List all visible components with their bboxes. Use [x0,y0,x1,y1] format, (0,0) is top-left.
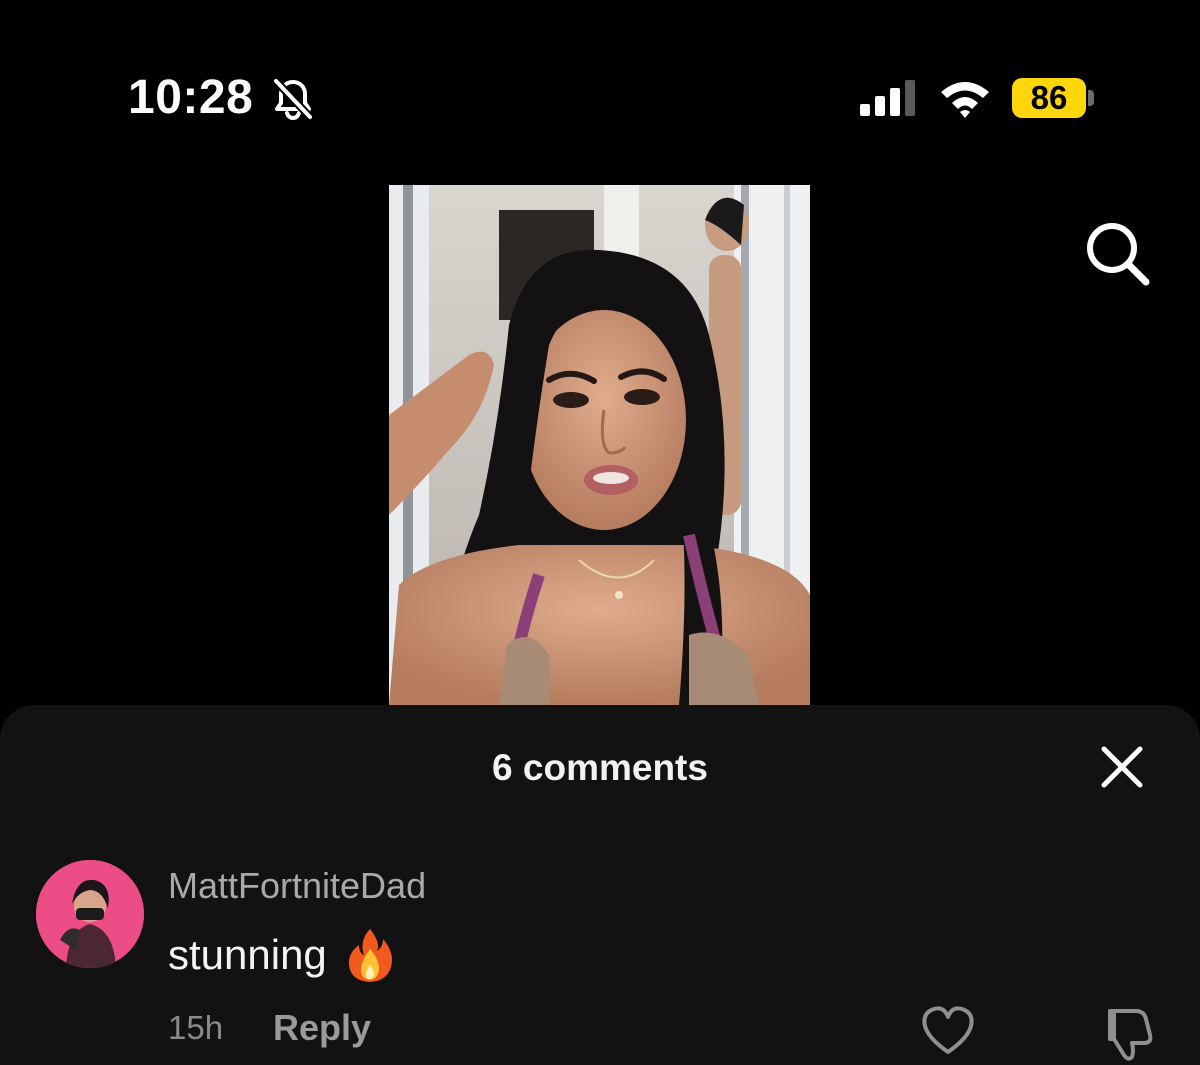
wifi-icon [941,82,989,118]
comment-body: stunning [168,927,395,983]
status-time: 10:28 [128,71,254,124]
cellular-signal-icon [860,80,915,116]
avatar[interactable] [36,860,144,968]
reply-button[interactable]: Reply [273,1007,371,1049]
comments-sheet: 6 comments MattFortniteDad stunning 15h … [0,705,1200,1065]
fire-emoji-icon [348,929,392,982]
bell-slash-icon [273,78,313,120]
video-frame [389,185,810,705]
comments-count-title: 6 comments [492,747,708,788]
comment-age: 15h [168,1009,224,1046]
comment-text: stunning [168,931,327,978]
avatar-image [36,860,144,968]
comment-username[interactable]: MattFortniteDad [168,865,426,907]
battery-tip [1088,90,1094,106]
heart-icon[interactable] [920,1005,976,1057]
battery-icon: 86 [1012,78,1086,118]
screen: 10:28 86 6 comments MattFortniteDad stun… [0,0,1200,1065]
video-player[interactable] [389,185,810,705]
close-icon[interactable] [1098,743,1146,791]
thumbs-down-icon[interactable] [1100,1005,1156,1061]
search-icon[interactable] [1082,218,1154,290]
